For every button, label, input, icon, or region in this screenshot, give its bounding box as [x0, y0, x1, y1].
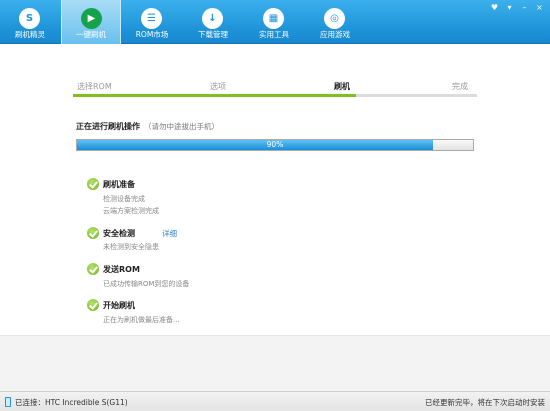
download-icon: ↓ — [202, 8, 223, 29]
task-detail: 未检测到安全隐患 — [103, 243, 159, 251]
close-icon[interactable]: × — [533, 2, 546, 13]
tab-label: 一键刷机 — [76, 30, 106, 39]
step-indicator: 选择ROM 选项 刷机 完成 — [73, 81, 477, 97]
phone-icon — [5, 397, 11, 407]
operation-hint: （请勿中途拔出手机） — [144, 122, 219, 131]
window-controls: ♥ ▾ – × — [488, 2, 546, 14]
tab-apps-games[interactable]: ◎ 应用游戏 — [305, 0, 365, 44]
check-icon — [87, 299, 99, 311]
tools-icon: ▦ — [263, 8, 284, 29]
step-flash: 刷机 — [334, 82, 350, 91]
tab-label: 应用游戏 — [320, 30, 350, 39]
task-title: 安全检测 — [103, 229, 135, 238]
play-icon: ▶ — [81, 8, 102, 29]
favorite-icon[interactable]: ♥ — [488, 2, 501, 13]
flash-progress-text: 90% — [266, 140, 284, 149]
flash-progress-bar: 90% — [76, 139, 474, 151]
apps-games-icon: ◎ — [324, 8, 345, 29]
tab-label: 下载管理 — [198, 30, 228, 39]
task-detail: 云端方案检测完成 — [103, 207, 159, 215]
operation-title: 正在进行刷机操作 （请勿中途拔出手机） — [76, 121, 219, 132]
status-bar: 已连接：HTC Incredible S(G11) 已经更新完毕，将在下次启动时… — [0, 391, 550, 411]
bottom-panel — [0, 335, 550, 391]
step-track — [73, 94, 477, 97]
tab-label: 实用工具 — [259, 30, 289, 39]
rom-market-icon: ☰ — [141, 8, 162, 29]
tab-download-manager[interactable]: ↓ 下载管理 — [183, 0, 243, 44]
tab-label: 刷机精灵 — [15, 30, 45, 39]
step-progress-fill — [73, 94, 356, 97]
task-detail: 正在为刷机做最后准备... — [103, 316, 180, 324]
step-complete: 完成 — [452, 82, 468, 91]
check-icon — [87, 227, 99, 239]
check-icon — [87, 263, 99, 275]
tab-one-click-flash[interactable]: ▶ 一键刷机 — [61, 0, 121, 44]
logo-icon: S — [19, 8, 40, 29]
main-toolbar: S 刷机精灵 ▶ 一键刷机 ☰ ROM市场 ↓ 下载管理 ▦ 实用工具 ◎ 应用… — [0, 0, 550, 44]
task-detail: 已成功传输ROM到您的设备 — [103, 280, 190, 288]
tab-utilities[interactable]: ▦ 实用工具 — [244, 0, 304, 44]
task-detail: 检测设备完成 — [103, 195, 145, 203]
tab-rom-market[interactable]: ☰ ROM市场 — [122, 0, 182, 44]
tab-label: ROM市场 — [135, 30, 169, 39]
step-options: 选项 — [210, 82, 226, 91]
connection-status: 已连接：HTC Incredible S(G11) — [15, 398, 128, 407]
task-title: 发送ROM — [103, 265, 140, 274]
check-icon — [87, 178, 99, 190]
task-title: 开始刷机 — [103, 301, 135, 310]
update-status: 已经更新完毕，将在下次启动时安装 — [425, 398, 545, 407]
operation-title-text: 正在进行刷机操作 — [76, 122, 140, 131]
minimize-icon[interactable]: – — [518, 2, 531, 13]
task-title: 刷机准备 — [103, 180, 135, 189]
menu-dropdown-icon[interactable]: ▾ — [503, 2, 516, 13]
details-link[interactable]: 详细 — [162, 228, 177, 239]
step-select-rom: 选择ROM — [77, 82, 112, 91]
tab-flash-wizard[interactable]: S 刷机精灵 — [0, 0, 60, 44]
